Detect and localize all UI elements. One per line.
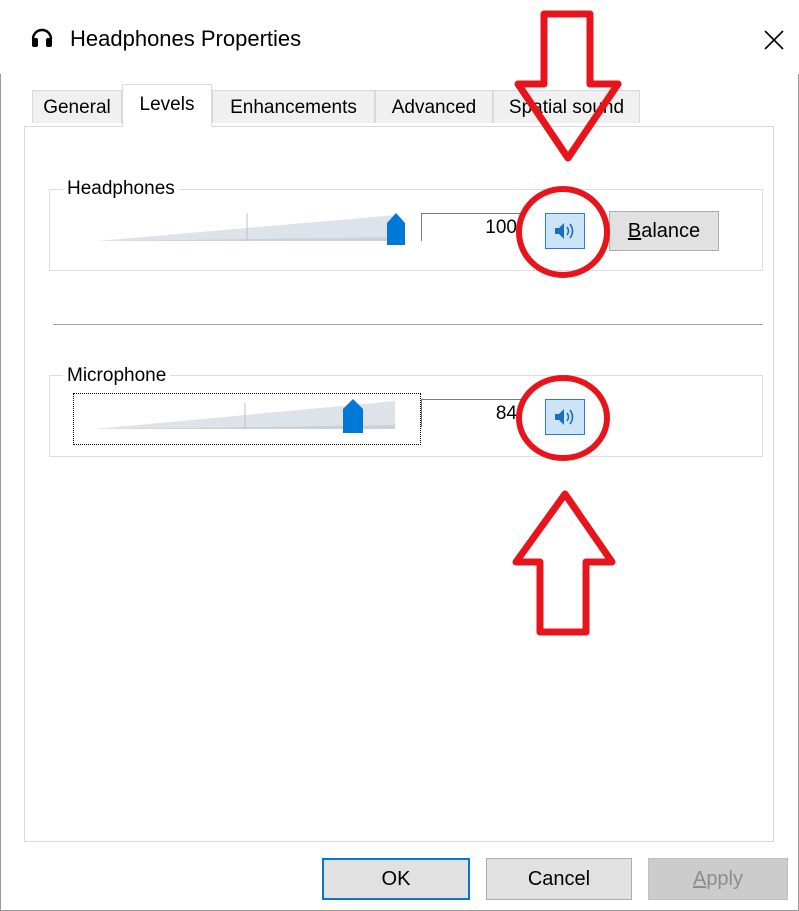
balance-mnemonic: B [627, 220, 642, 242]
speaker-icon [555, 409, 574, 425]
apply-label-rest: pply [706, 868, 744, 890]
microphone-mute-button[interactable] [545, 399, 585, 435]
balance-button[interactable]: Balance [609, 211, 719, 251]
tab-general[interactable]: General [32, 90, 122, 123]
headphones-volume-slider[interactable] [97, 207, 437, 247]
cancel-button[interactable]: Cancel [486, 858, 632, 900]
apply-button: Apply [648, 858, 788, 900]
balance-label-rest: alance [641, 220, 701, 242]
headphones-level-value[interactable]: 100 [421, 213, 521, 241]
window-title: Headphones Properties [70, 26, 302, 51]
apply-mnemonic: A [692, 868, 707, 890]
tab-levels[interactable]: Levels [122, 84, 212, 127]
headphones-slider-thumb[interactable] [387, 213, 405, 245]
tab-advanced[interactable]: Advanced [375, 90, 493, 123]
close-button[interactable] [752, 18, 796, 62]
section-divider [53, 324, 763, 325]
microphone-level-value[interactable]: 84 [421, 399, 521, 427]
microphone-volume-slider[interactable] [95, 397, 395, 437]
headphones-icon [30, 26, 54, 50]
headphones-mute-button[interactable] [545, 213, 585, 249]
tab-enhancements[interactable]: Enhancements [212, 90, 375, 123]
headphones-label: Headphones [63, 178, 179, 200]
ok-button[interactable]: OK [322, 858, 470, 900]
microphone-label: Microphone [63, 365, 171, 387]
microphone-slider-thumb[interactable] [343, 399, 363, 433]
tab-spatial-sound[interactable]: Spatial sound [493, 90, 640, 123]
speaker-icon [555, 223, 574, 239]
levels-panel: Headphones 100 Balance Microphone 84 [24, 126, 774, 842]
close-icon [764, 30, 784, 50]
